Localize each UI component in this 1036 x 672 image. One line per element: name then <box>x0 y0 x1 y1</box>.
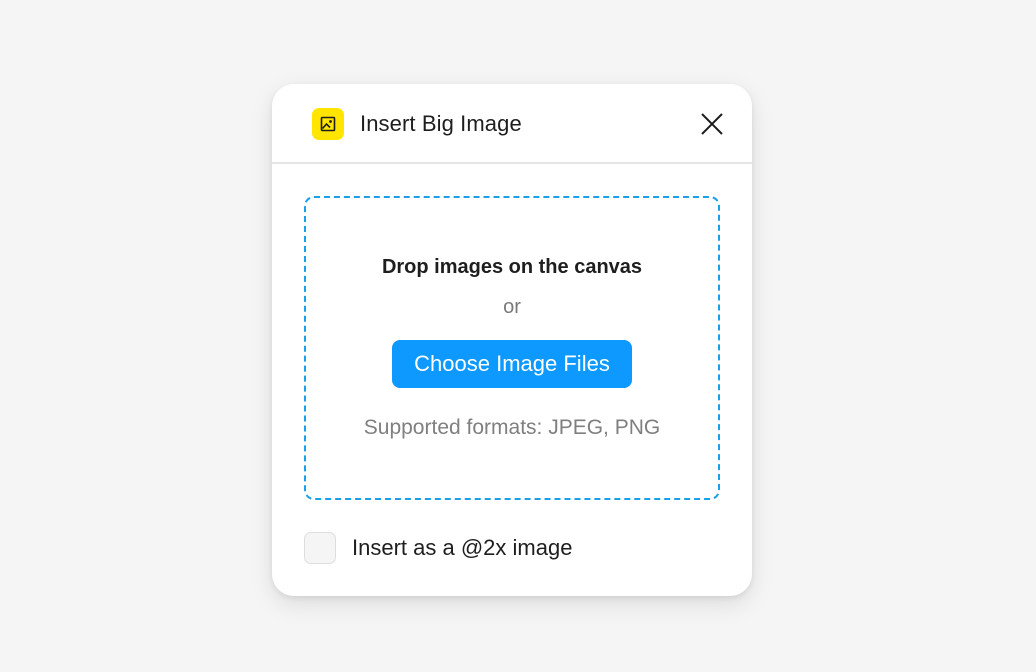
insert-2x-label[interactable]: Insert as a @2x image <box>352 534 572 562</box>
dialog-header: Insert Big Image <box>272 84 752 164</box>
insert-2x-checkbox[interactable] <box>304 532 336 564</box>
insert-big-image-dialog: Insert Big Image Drop images on the canv… <box>272 84 752 596</box>
choose-image-files-button[interactable]: Choose Image Files <box>392 340 632 388</box>
dialog-title: Insert Big Image <box>360 111 522 136</box>
close-button[interactable] <box>698 110 726 138</box>
drop-zone-or-text: or <box>503 296 521 318</box>
drop-zone-title: Drop images on the canvas <box>381 256 643 278</box>
close-icon <box>701 113 723 135</box>
image-drop-zone[interactable]: Drop images on the canvas or Choose Imag… <box>304 196 720 500</box>
supported-formats-text: Supported formats: JPEG, PNG <box>363 416 661 439</box>
image-plugin-icon <box>312 108 344 140</box>
